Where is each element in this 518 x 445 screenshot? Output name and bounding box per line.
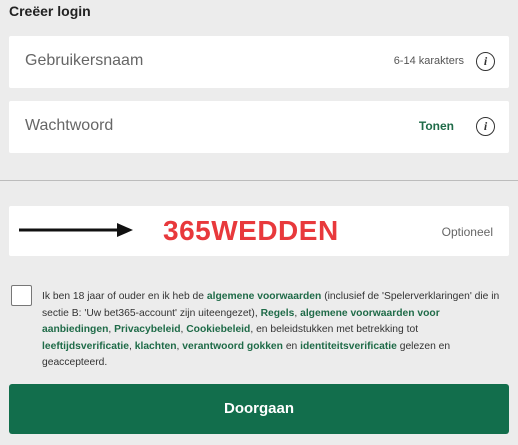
link-age-verification[interactable]: leeftijdsverificatie — [42, 341, 129, 352]
continue-button[interactable]: Doorgaan — [9, 384, 509, 434]
link-complaints[interactable]: klachten — [135, 341, 177, 352]
arrow-right-icon — [19, 223, 133, 237]
terms-text-part: Ik ben 18 jaar of ouder en ik heb de — [42, 291, 207, 302]
password-placeholder: Wachtwoord — [25, 117, 114, 134]
link-responsible-gambling[interactable]: verantwoord gokken — [182, 341, 283, 352]
link-cookies[interactable]: Cookiebeleid — [186, 324, 250, 335]
username-field[interactable]: Gebruikersnaam 6-14 karakters i — [9, 36, 509, 88]
terms-text-part: , en beleidstukken met betrekking tot — [250, 324, 419, 335]
terms-checkbox[interactable] — [11, 285, 32, 306]
section-title: Creëer login — [9, 3, 91, 19]
info-icon[interactable]: i — [476, 52, 495, 71]
link-identity-verification[interactable]: identiteitsverificatie — [300, 341, 397, 352]
link-rules[interactable]: Regels — [261, 308, 295, 319]
show-password-toggle[interactable]: Tonen — [419, 119, 454, 133]
link-privacy[interactable]: Privacybeleid — [114, 324, 180, 335]
link-terms[interactable]: algemene voorwaarden — [207, 291, 321, 302]
promo-code-text: 365WEDDEN — [163, 215, 339, 246]
divider — [0, 180, 518, 181]
info-icon[interactable]: i — [476, 117, 495, 136]
promo-code-field[interactable]: 365WEDDEN Optioneel — [9, 206, 509, 256]
optional-hint: Optioneel — [441, 225, 493, 239]
terms-text-part: en — [282, 340, 301, 352]
username-length-hint: 6-14 karakters — [393, 55, 464, 67]
password-field[interactable]: Wachtwoord Tonen i — [9, 101, 509, 153]
terms-text: Ik ben 18 jaar of ouder en ik heb de alg… — [42, 289, 507, 372]
username-placeholder: Gebruikersnaam — [25, 52, 144, 69]
